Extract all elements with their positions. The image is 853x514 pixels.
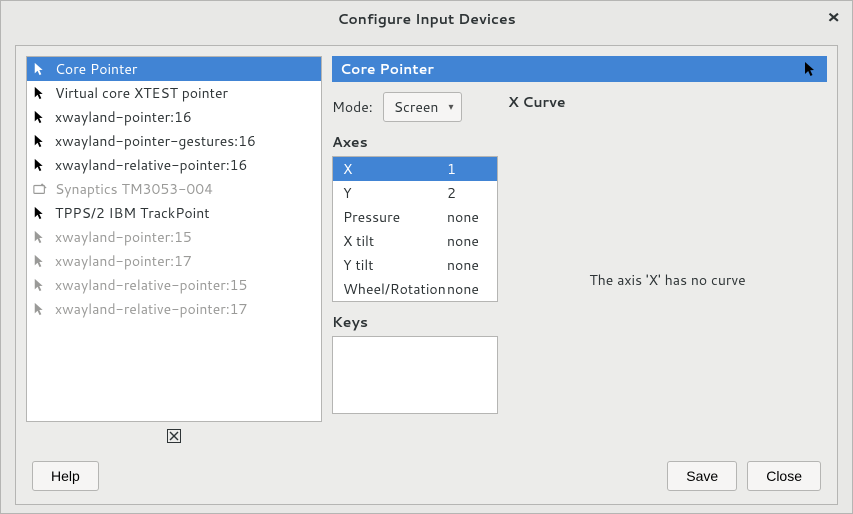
device-row[interactable]: xwayland-relative-pointer:15	[27, 273, 321, 297]
mode-row: Mode: Screen ▾	[332, 92, 498, 122]
device-row[interactable]: Core Pointer	[27, 57, 321, 81]
detail-header: Core Pointer	[332, 56, 827, 82]
device-row[interactable]: xwayland-pointer-gestures:16	[27, 129, 321, 153]
device-row[interactable]: xwayland-pointer:17	[27, 249, 321, 273]
device-row[interactable]: xwayland-relative-pointer:17	[27, 297, 321, 321]
device-pane: Core Pointer Virtual core XTEST pointer xw…	[26, 56, 322, 448]
curve-title: X Curve	[508, 92, 827, 112]
axis-name: Wheel/Rotation	[343, 279, 447, 299]
device-list-footer	[26, 424, 322, 448]
button-group-right: Save Close	[667, 461, 821, 491]
cursor-icon	[33, 86, 47, 100]
device-list[interactable]: Core Pointer Virtual core XTEST pointer xw…	[26, 56, 322, 422]
content-frame: Core Pointer Virtual core XTEST pointer xw…	[15, 45, 838, 505]
axes-table[interactable]: X1Y2PressurenoneX tiltnoneY tiltnoneWhee…	[332, 156, 498, 302]
detail-body: Mode: Screen ▾ Axes X1Y2PressurenoneX ti…	[332, 82, 827, 448]
device-label: xwayland-relative-pointer:17	[55, 299, 247, 319]
device-label: xwayland-pointer:15	[55, 227, 192, 247]
device-row[interactable]: Synaptics TM3053-004	[27, 177, 321, 201]
axis-value: none	[447, 279, 487, 299]
save-button[interactable]: Save	[667, 461, 737, 491]
axis-name: X tilt	[343, 231, 447, 251]
detail-title: Core Pointer	[340, 59, 434, 79]
mode-label: Mode:	[332, 97, 373, 117]
device-row[interactable]: xwayland-pointer:16	[27, 105, 321, 129]
device-label: xwayland-relative-pointer:15	[55, 275, 247, 295]
window-title: Configure Input Devices	[337, 9, 515, 29]
axes-row[interactable]: Y2	[333, 181, 497, 205]
device-label: Virtual core XTEST pointer	[55, 83, 228, 103]
device-label: xwayland-relative-pointer:16	[55, 155, 247, 175]
axis-value: none	[447, 231, 487, 251]
axis-value: none	[447, 255, 487, 275]
hsplit: Core Pointer Virtual core XTEST pointer xw…	[26, 56, 827, 448]
axis-name: Y tilt	[343, 255, 447, 275]
axes-row[interactable]: X1	[333, 157, 497, 181]
cursor-icon	[33, 110, 47, 124]
axis-name: Pressure	[343, 207, 447, 227]
axis-value: none	[447, 207, 487, 227]
axes-label: Axes	[332, 132, 498, 152]
mode-combo[interactable]: Screen ▾	[383, 92, 463, 122]
axis-value: 1	[447, 159, 487, 179]
device-label: xwayland-pointer-gestures:16	[55, 131, 256, 151]
cursor-icon	[33, 254, 47, 268]
cursor-icon	[33, 62, 47, 76]
window: Configure Input Devices × Core Pointer Vi…	[0, 0, 853, 514]
axis-name: Y	[343, 183, 447, 203]
device-row[interactable]: xwayland-pointer:15	[27, 225, 321, 249]
cursor-icon	[33, 158, 47, 172]
titlebar: Configure Input Devices ×	[1, 1, 852, 37]
button-bar: Help Save Close	[26, 448, 827, 504]
axis-name: X	[343, 159, 447, 179]
device-label: Core Pointer	[55, 59, 137, 79]
device-label: xwayland-pointer:16	[55, 107, 192, 127]
cursor-icon	[803, 61, 819, 77]
axes-row[interactable]: Pressurenone	[333, 205, 497, 229]
curve-column: X Curve The axis 'X' has no curve	[508, 92, 827, 448]
help-button[interactable]: Help	[32, 461, 99, 491]
device-label: TPPS/2 IBM TrackPoint	[55, 203, 210, 223]
curve-body: The axis 'X' has no curve	[508, 112, 827, 448]
mode-value: Screen	[394, 97, 439, 117]
detail-pane: Core Pointer Mode: Screen ▾	[332, 56, 827, 448]
axes-row[interactable]: X tiltnone	[333, 229, 497, 253]
device-row[interactable]: xwayland-relative-pointer:16	[27, 153, 321, 177]
props-column: Mode: Screen ▾ Axes X1Y2PressurenoneX ti…	[332, 92, 498, 448]
close-icon[interactable]: ×	[827, 7, 840, 25]
cursor-icon	[33, 134, 47, 148]
cursor-icon	[33, 206, 47, 220]
device-row[interactable]: Virtual core XTEST pointer	[27, 81, 321, 105]
axes-row[interactable]: Y tiltnone	[333, 253, 497, 277]
device-label: Synaptics TM3053-004	[55, 179, 213, 199]
close-button[interactable]: Close	[747, 461, 821, 491]
chevron-down-icon: ▾	[448, 100, 453, 114]
placeholder-icon	[167, 429, 181, 443]
axes-row[interactable]: Wheel/Rotationnone	[333, 277, 497, 301]
device-row[interactable]: TPPS/2 IBM TrackPoint	[27, 201, 321, 225]
keys-box[interactable]	[332, 336, 498, 414]
device-label: xwayland-pointer:17	[55, 251, 192, 271]
tablet-icon	[33, 182, 47, 196]
keys-label: Keys	[332, 312, 498, 332]
cursor-icon	[33, 278, 47, 292]
axis-value: 2	[447, 183, 487, 203]
curve-text: The axis 'X' has no curve	[589, 270, 745, 290]
cursor-icon	[33, 230, 47, 244]
cursor-icon	[33, 302, 47, 316]
